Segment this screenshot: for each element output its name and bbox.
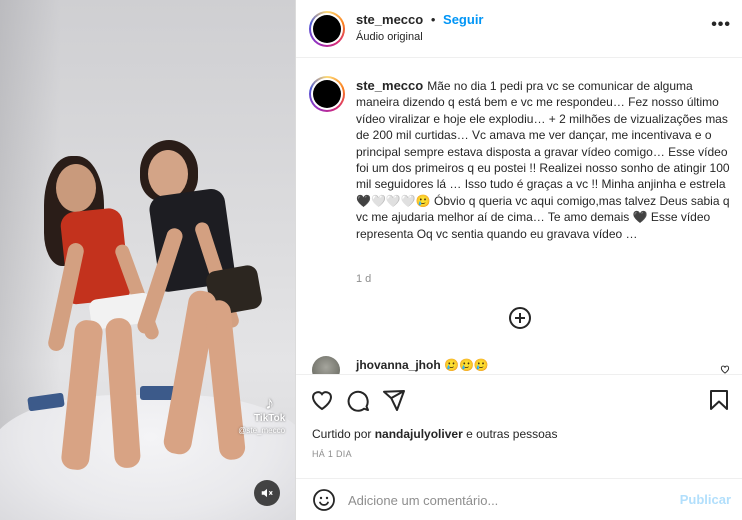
comment-line: jhovanna_jhoh 🥲🥲🥲 xyxy=(356,358,489,372)
tiktok-logo-icon: ♪ xyxy=(265,393,275,413)
load-more-comments-icon[interactable] xyxy=(509,307,531,329)
tiktok-watermark: ♪ TikTok @ste_mecco xyxy=(238,393,286,435)
mute-button[interactable] xyxy=(254,480,280,506)
comment-body: 🥲🥲🥲 xyxy=(444,358,489,372)
emoji-icon[interactable] xyxy=(312,488,336,512)
caption-area: ste_mecco Mãe no dia 1 pedi pra vc se com… xyxy=(296,58,742,358)
comment-composer: Publicar xyxy=(296,478,742,520)
post-actions: Curtido por nandajulyoliver e outras pes… xyxy=(296,374,742,478)
tiktok-user-label: @ste_mecco xyxy=(238,426,286,435)
liked-by-others[interactable]: e outras pessoas xyxy=(466,427,557,441)
commenter-username[interactable]: jhovanna_jhoh xyxy=(356,358,441,372)
comment-item: jhovanna_jhoh 🥲🥲🥲 xyxy=(296,350,742,374)
post-header: ste_mecco • Seguir Áudio original ••• xyxy=(296,0,742,58)
commenter-avatar[interactable] xyxy=(312,356,340,374)
more-options-icon[interactable]: ••• xyxy=(711,16,731,34)
heart-icon[interactable] xyxy=(310,388,334,412)
caption-timestamp[interactable]: 1 d xyxy=(356,273,371,285)
liked-by-text: Curtido por nandajulyoliver e outras pes… xyxy=(312,427,557,441)
caption: ste_mecco Mãe no dia 1 pedi pra vc se com… xyxy=(356,78,731,242)
caption-body: Mãe no dia 1 pedi pra vc se comunicar de… xyxy=(356,79,730,241)
comment-icon[interactable] xyxy=(346,388,370,412)
audio-label[interactable]: Áudio original xyxy=(356,31,423,43)
save-bookmark-icon[interactable] xyxy=(707,388,731,412)
liked-by-prefix: Curtido por xyxy=(312,427,372,441)
author-avatar[interactable] xyxy=(309,11,345,47)
comment-input[interactable] xyxy=(348,490,668,510)
post-modal: ♪ TikTok @ste_mecco ste_mecco • Seguir Á… xyxy=(0,0,742,520)
publish-button[interactable]: Publicar xyxy=(680,492,731,507)
post-side-panel: ste_mecco • Seguir Áudio original ••• st… xyxy=(295,0,742,520)
separator-dot: • xyxy=(430,12,436,27)
share-icon[interactable] xyxy=(382,388,406,412)
author-username[interactable]: ste_mecco xyxy=(356,12,423,27)
liked-by-user[interactable]: nandajulyoliver xyxy=(375,427,463,441)
caption-username[interactable]: ste_mecco xyxy=(356,78,423,93)
post-timestamp[interactable]: HÁ 1 DIA xyxy=(312,449,352,459)
comment-like-icon[interactable] xyxy=(719,364,731,374)
caption-avatar[interactable] xyxy=(309,76,345,112)
speaker-muted-icon xyxy=(261,488,273,498)
post-video[interactable]: ♪ TikTok @ste_mecco xyxy=(0,0,295,520)
tiktok-brand-label: TikTok xyxy=(254,413,286,424)
follow-button[interactable]: Seguir xyxy=(443,12,483,27)
